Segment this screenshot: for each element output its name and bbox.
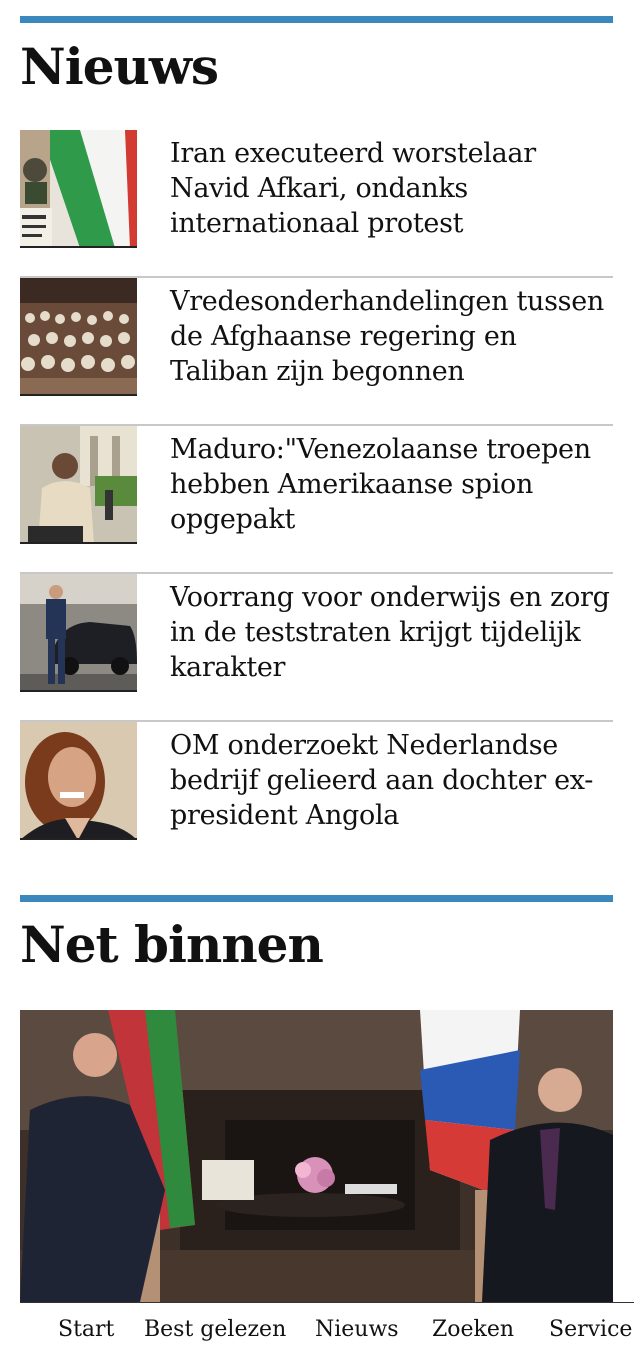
news-headline[interactable]: Voorrang voor onderwijs en zorg in de te… [170,580,610,685]
news-item[interactable]: OM onderzoekt Nederlandse bedrijf geliee… [20,722,613,870]
news-thumbnail[interactable] [20,278,137,396]
nav-item-best-gelezen[interactable]: Best gelezen [144,1317,286,1342]
news-thumbnail[interactable] [20,426,137,544]
recent-section-title[interactable]: Net binnen [20,920,324,970]
news-headline[interactable]: OM onderzoekt Nederlandse bedrijf geliee… [170,728,610,833]
news-headline[interactable]: Iran executeerd worstelaar Navid Afkari,… [170,136,610,241]
news-item[interactable]: Iran executeerd worstelaar Navid Afkari,… [20,130,613,278]
hero-image[interactable] [20,1010,613,1302]
nav-item-zoeken[interactable]: Zoeken [432,1317,514,1342]
news-item[interactable]: Maduro:"Venezolaanse troepen hebben Amer… [20,426,613,574]
news-item[interactable]: Voorrang voor onderwijs en zorg in de te… [20,574,613,722]
news-list: Iran executeerd worstelaar Navid Afkari,… [20,130,613,870]
nav-item-start[interactable]: Start [58,1317,114,1342]
news-thumbnail[interactable] [20,130,137,248]
nav-item-nieuws[interactable]: Nieuws [315,1317,399,1342]
news-headline[interactable]: Maduro:"Venezolaanse troepen hebben Amer… [170,432,610,537]
news-item[interactable]: Vredesonderhandelingen tussen de Afghaan… [20,278,613,426]
recent-section-bar [20,895,613,902]
nav-item-service[interactable]: Service [549,1317,632,1342]
news-thumbnail[interactable] [20,574,137,692]
news-section-bar [20,16,613,23]
bottom-navigation: Start Best gelezen Nieuws Zoeken Service [20,1302,634,1352]
news-section-title[interactable]: Nieuws [20,42,219,92]
news-headline[interactable]: Vredesonderhandelingen tussen de Afghaan… [170,284,610,389]
news-thumbnail[interactable] [20,722,137,840]
